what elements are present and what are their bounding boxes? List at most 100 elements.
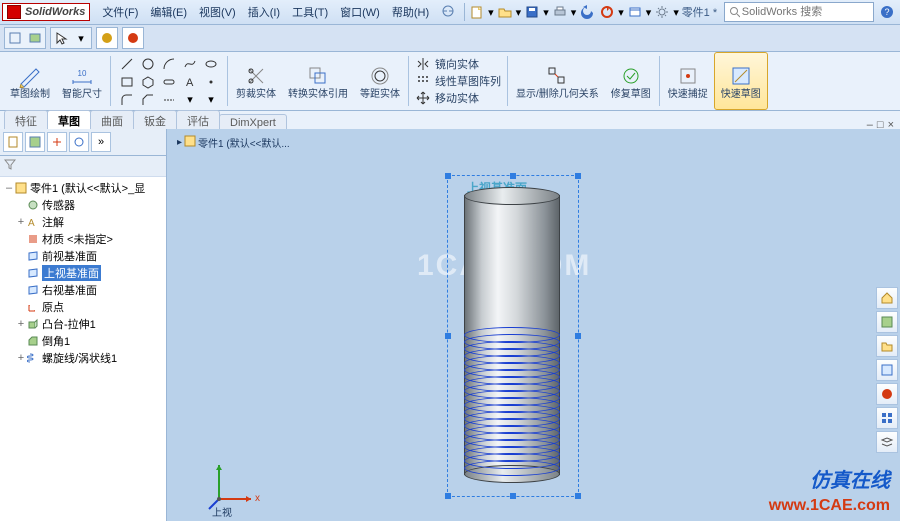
tree-extrude[interactable]: + 凸台-拉伸1 <box>2 315 164 332</box>
sel-handle[interactable] <box>575 493 581 499</box>
slot-icon[interactable] <box>159 73 179 90</box>
tree-sensors[interactable]: 传感器 <box>2 196 164 213</box>
ribbon-smartdim[interactable]: 10 智能尺寸 <box>56 52 108 110</box>
feature-tree[interactable]: – 零件1 (默认<<默认>_显 传感器 +A 注解 材质 <未指定> 前视基准… <box>0 177 166 521</box>
tree-tab-pm[interactable] <box>25 132 45 152</box>
search-icon <box>729 6 740 18</box>
ribbon-smartdim-label: 智能尺寸 <box>62 89 102 100</box>
chamfer-tool-icon[interactable] <box>138 91 158 108</box>
taskpane-custom-icon[interactable] <box>876 407 898 429</box>
poly-icon[interactable] <box>138 73 158 90</box>
qat-options-icon[interactable] <box>626 3 644 21</box>
tree-origin[interactable]: 原点 <box>2 298 164 315</box>
tree-tab-more[interactable]: » <box>91 132 111 152</box>
sel-handle[interactable] <box>445 173 451 179</box>
tree-annotations[interactable]: +A 注解 <box>2 213 164 230</box>
sel-handle[interactable] <box>445 493 451 499</box>
filter-icon[interactable] <box>4 158 20 174</box>
svg-text:?: ? <box>884 7 889 17</box>
menu-file[interactable]: 文件(F) <box>96 4 144 20</box>
ribbon-quick[interactable]: 快速捕捉 <box>662 52 714 110</box>
ribbon-pattern[interactable]: 线性草图阵列 <box>411 73 505 90</box>
menu-bar: SolidWorks 文件(F) 编辑(E) 视图(V) 插入(I) 工具(T)… <box>0 0 900 25</box>
ribbon-trim[interactable]: 剪裁实体 <box>230 52 282 110</box>
qat-open-icon[interactable] <box>496 3 514 21</box>
dropdown-icon[interactable]: ▾ <box>71 28 91 48</box>
ribbon-repair[interactable]: 修复草图 <box>605 52 657 110</box>
taskpane-layers-icon[interactable] <box>876 431 898 453</box>
origin-icon <box>26 300 40 314</box>
tab-sheetmetal[interactable]: 钣金 <box>133 110 177 131</box>
qat-new-icon[interactable] <box>468 3 486 21</box>
sel-handle[interactable] <box>575 173 581 179</box>
help-icon[interactable]: ? <box>878 3 896 21</box>
view-btn-1[interactable] <box>5 28 25 48</box>
circle-icon[interactable] <box>138 55 158 72</box>
cursor-icon[interactable] <box>51 28 71 48</box>
floating-tree-root[interactable]: ▸ 零件1 (默认<<默认... <box>177 135 290 150</box>
menu-tools[interactable]: 工具(T) <box>286 4 334 20</box>
view-btn-2[interactable] <box>25 28 45 48</box>
tree-front-plane[interactable]: 前视基准面 <box>2 247 164 264</box>
tab-surface[interactable]: 曲面 <box>90 110 134 131</box>
fillet-icon[interactable] <box>117 91 137 108</box>
tree-root[interactable]: – 零件1 (默认<<默认>_显 <box>2 179 164 196</box>
text-icon[interactable]: A <box>180 73 200 90</box>
tree-chamfer[interactable]: 倒角1 <box>2 332 164 349</box>
qat-save-icon[interactable] <box>523 3 541 21</box>
menu-window[interactable]: 窗口(W) <box>334 4 386 20</box>
sel-handle[interactable] <box>575 333 581 339</box>
search-input[interactable] <box>740 5 869 19</box>
tree-right-plane[interactable]: 右视基准面 <box>2 281 164 298</box>
more-icon[interactable]: ▾ <box>180 91 200 108</box>
ribbon-display[interactable]: 显示/删除几何关系 <box>510 52 605 110</box>
menu-view[interactable]: 视图(V) <box>193 4 242 20</box>
menu-link-icon[interactable] <box>435 4 461 21</box>
qat-print-icon[interactable] <box>551 3 569 21</box>
watermark-url: www.1CAE.com <box>769 497 890 515</box>
sel-handle[interactable] <box>445 333 451 339</box>
search-box[interactable] <box>724 2 874 22</box>
tab-evaluate[interactable]: 评估 <box>176 110 220 131</box>
taskpane-appear-icon[interactable] <box>876 383 898 405</box>
centerline-icon[interactable] <box>159 91 179 108</box>
spline-icon[interactable] <box>180 55 200 72</box>
sel-handle[interactable] <box>510 173 516 179</box>
taskpane-file-icon[interactable] <box>876 335 898 357</box>
param-icon[interactable] <box>96 27 118 49</box>
tree-top-plane[interactable]: 上视基准面 <box>2 264 164 281</box>
tree-tab-cfg[interactable] <box>47 132 67 152</box>
more2-icon[interactable]: ▾ <box>201 91 221 108</box>
ribbon-sketch[interactable]: 草图绘制 <box>4 52 56 110</box>
qat-rebuild-icon[interactable] <box>598 3 616 21</box>
qat-settings-icon[interactable] <box>653 3 671 21</box>
color-icon[interactable] <box>122 27 144 49</box>
tab-features[interactable]: 特征 <box>4 110 48 131</box>
ribbon-convert[interactable]: 转换实体引用 <box>282 52 354 110</box>
ribbon-offset[interactable]: 等距实体 <box>354 52 406 110</box>
menu-insert[interactable]: 插入(I) <box>242 4 286 20</box>
ribbon-rapid[interactable]: 快速草图 <box>714 52 768 110</box>
cylinder-model[interactable] <box>464 187 560 483</box>
menu-edit[interactable]: 编辑(E) <box>144 4 193 20</box>
ellipse-icon[interactable] <box>201 55 221 72</box>
tree-helix[interactable]: + 螺旋线/涡状线1 <box>2 349 164 366</box>
ribbon-mirror[interactable]: 镜向实体 <box>411 56 505 73</box>
line-icon[interactable] <box>117 55 137 72</box>
graphics-area[interactable]: ▸ 零件1 (默认<<默认... 1CAE.COM 上视基准面 <box>167 129 900 521</box>
arc-icon[interactable] <box>159 55 179 72</box>
point-icon[interactable] <box>201 73 221 90</box>
tree-material[interactable]: 材质 <未指定> <box>2 230 164 247</box>
taskpane-home-icon[interactable] <box>876 287 898 309</box>
taskpane-view-icon[interactable] <box>876 359 898 381</box>
rect-icon[interactable] <box>117 73 137 90</box>
tab-sketch[interactable]: 草图 <box>47 110 91 131</box>
ribbon-move[interactable]: 移动实体 <box>411 90 505 107</box>
tree-tab-fm[interactable] <box>3 132 23 152</box>
taskpane-design-icon[interactable] <box>876 311 898 333</box>
menu-help[interactable]: 帮助(H) <box>386 4 435 20</box>
tree-tab-dx[interactable] <box>69 132 89 152</box>
app-logo-icon <box>7 5 21 19</box>
sel-handle[interactable] <box>510 493 516 499</box>
qat-undo-icon[interactable] <box>578 3 596 21</box>
